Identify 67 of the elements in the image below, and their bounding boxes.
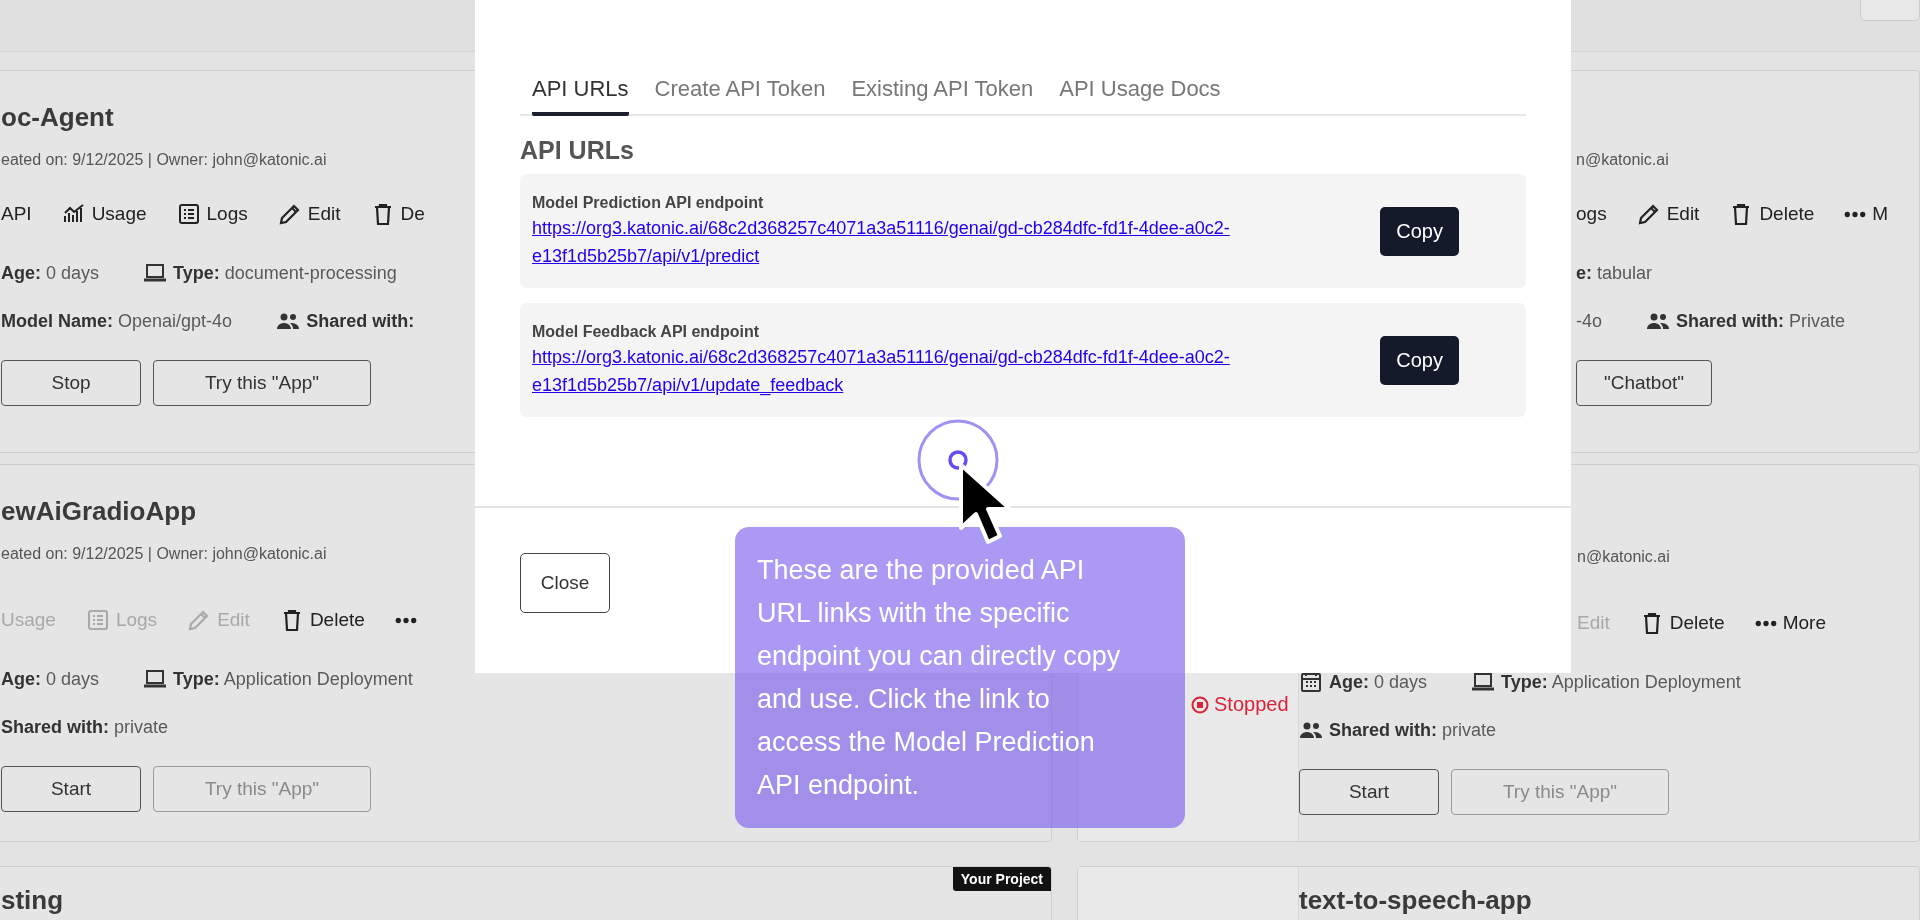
detail-text: Age: 0 days <box>1329 671 1428 693</box>
endpoint-label: Model Feedback API endpoint <box>532 322 760 342</box>
detail-text: Type: Application Deployment <box>173 668 413 690</box>
action-link[interactable]: Delete <box>1639 611 1725 635</box>
icon-button[interactable] <box>394 616 417 624</box>
action-link[interactable]: Edit <box>1636 202 1700 226</box>
tooltip-text: These are the provided API URL links with the specific endpoint you can directly copy and use. Click the link to access the Model Prediction API endpoint. <box>757 554 1122 802</box>
action-link[interactable]: Usage <box>61 202 147 226</box>
endpoint-label: Model Prediction API endpoint <box>532 193 765 213</box>
detail-text: Shared with: Private <box>1676 310 1846 332</box>
action-link[interactable]: De <box>370 202 425 226</box>
section-heading: API URLs <box>520 135 635 166</box>
action-link[interactable]: Delete <box>1729 202 1815 226</box>
card-title: oc-Agent <box>1 101 114 134</box>
pencil-icon <box>1636 202 1661 226</box>
detail-text: e: tabular <box>1576 262 1653 284</box>
endpoint-link[interactable]: https://org3.katonic.ai/68c2d368257c4071a3a51116/genai/gd-cb284dfc-fd1f-4dee-a0c2-e13f1d5b25b7/api/v1/predict <box>532 214 1292 270</box>
outline-button[interactable]: Start <box>1299 769 1439 815</box>
more-icon <box>394 616 417 624</box>
tab[interactable]: Existing API Token <box>851 70 1034 116</box>
detail-text: Age: 0 days <box>1 262 100 284</box>
card-title: sting <box>1 887 64 913</box>
detail-text: Type: Application Deployment <box>1501 671 1741 693</box>
card-title: text-to-speech-app <box>1299 887 1532 913</box>
action-link[interactable]: Edit <box>277 202 341 226</box>
project-badge: Your Project <box>952 867 1051 891</box>
outline-button[interactable]: Start <box>1 766 141 812</box>
outline-button[interactable]: "Chatbot" <box>1576 360 1712 406</box>
detail-text: Model Name: Openai/gpt-4o <box>1 310 233 332</box>
detail-text: Shared with: private <box>1329 719 1497 741</box>
detail-text: -4o <box>1576 310 1602 332</box>
action-link[interactable]: M <box>1844 203 1889 225</box>
more-icon <box>1754 619 1777 627</box>
detail-text: Age: 0 days <box>1 668 100 690</box>
list-icon <box>85 608 110 632</box>
stop-circle-icon <box>1191 695 1209 714</box>
tab[interactable]: Create API Token <box>654 70 826 116</box>
calendar-icon <box>1299 670 1323 694</box>
card-meta: n@katonic.ai <box>1576 150 1669 170</box>
copy-button[interactable]: Copy <box>1380 335 1459 385</box>
status-label: Stopped <box>1214 693 1289 716</box>
card-meta: eated on: 9/12/2025 | Owner: john@katonic.ai <box>1 150 327 170</box>
click-ring-icon <box>916 418 1000 502</box>
detail-text: Shared with: private <box>1 716 169 738</box>
action-link[interactable]: More <box>1754 612 1826 634</box>
outline-button[interactable]: Try this "App" <box>153 360 371 406</box>
card-meta: eated on: 9/12/2025 | Owner: john@katonic.ai <box>1 544 327 564</box>
card-meta: n@katonic.ai <box>1577 547 1670 567</box>
more-icon <box>1844 210 1867 218</box>
pencil-icon <box>277 202 302 226</box>
endpoint-link[interactable]: https://org3.katonic.ai/68c2d368257c4071a3a51116/genai/gd-cb284dfc-fd1f-4dee-a0c2-e13f1d5b25b7/api/v1/update_feedback <box>532 343 1292 399</box>
tab[interactable]: API Usage Docs <box>1059 70 1221 116</box>
list-icon <box>176 202 201 226</box>
card-title: ewAiGradioApp <box>1 495 196 528</box>
outline-button[interactable]: Stop <box>1 360 141 406</box>
action-link[interactable]: ogs <box>1576 203 1607 225</box>
action-link[interactable]: Delete <box>279 608 365 632</box>
laptop-icon <box>143 667 168 691</box>
tab[interactable]: API URLs <box>532 70 629 116</box>
laptop-icon <box>143 261 168 285</box>
copy-button[interactable]: Copy <box>1380 206 1459 256</box>
detail-text: Shared with: <box>306 310 415 332</box>
action-link[interactable]: Logs <box>176 202 248 226</box>
detail-text: Type: document-processing <box>173 262 397 284</box>
action-link[interactable]: API <box>1 203 32 225</box>
close-button[interactable]: Close <box>520 553 610 613</box>
laptop-icon <box>1471 670 1496 694</box>
